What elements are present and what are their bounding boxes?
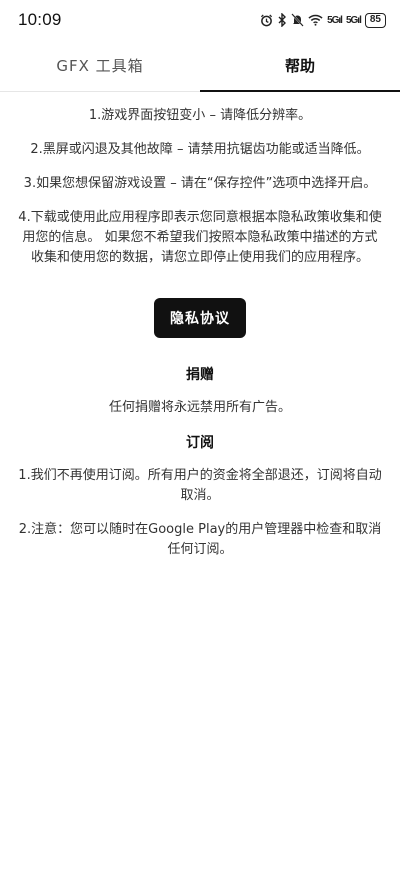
help-item-1: 1.游戏界面按钮变小 – 请降低分辨率。 xyxy=(88,108,312,123)
subscription-item-2: 2.注意：您可以随时在Google Play的用户管理器中检查和取消任何订阅。 xyxy=(18,522,382,557)
status-time: 10:09 xyxy=(18,10,62,29)
help-item-3: 3.如果您想保留游戏设置 – 请在“保存控件”选项中选择开启。 xyxy=(23,176,377,191)
privacy-policy-button[interactable]: 隐私协议 xyxy=(154,298,246,338)
bluetooth-icon xyxy=(277,13,287,27)
donate-title: 捐赠 xyxy=(186,367,214,383)
bell-muted-icon xyxy=(291,13,304,27)
help-item-4: 4.下载或使用此应用程序即表示您同意根据本隐私政策收集和使用您的信息。 如果您不… xyxy=(18,210,382,265)
help-item-2: 2.黑屏或闪退及其他故障 – 请禁用抗锯齿功能或适当降低。 xyxy=(30,142,370,157)
subscription-title: 订阅 xyxy=(186,435,214,451)
signal-strength-1: 5Gıl xyxy=(327,14,343,26)
battery-level: 85 xyxy=(364,12,386,28)
tab-gfx-toolbox[interactable]: GFX 工具箱 xyxy=(0,40,200,91)
wifi-icon xyxy=(308,13,323,27)
status-icons: 5Gıl 5Gıl 85 xyxy=(260,12,386,28)
signal-strength-2: 5Gıl xyxy=(345,14,362,26)
status-bar: 10:09 5Gıl 5Gıl 85 xyxy=(0,0,400,40)
tab-help[interactable]: 帮助 xyxy=(200,40,400,92)
subscription-item-1: 1.我们不再使用订阅。所有用户的资金将全部退还，订阅将自动取消。 xyxy=(18,468,382,503)
tab-bar: GFX 工具箱 帮助 xyxy=(0,40,400,92)
donate-text: 任何捐赠将永远禁用所有广告。 xyxy=(108,400,291,415)
help-content: 1.游戏界面按钮变小 – 请降低分辨率。 2.黑屏或闪退及其他故障 – 请禁用抗… xyxy=(0,92,400,560)
alarm-clock-icon xyxy=(260,13,273,27)
